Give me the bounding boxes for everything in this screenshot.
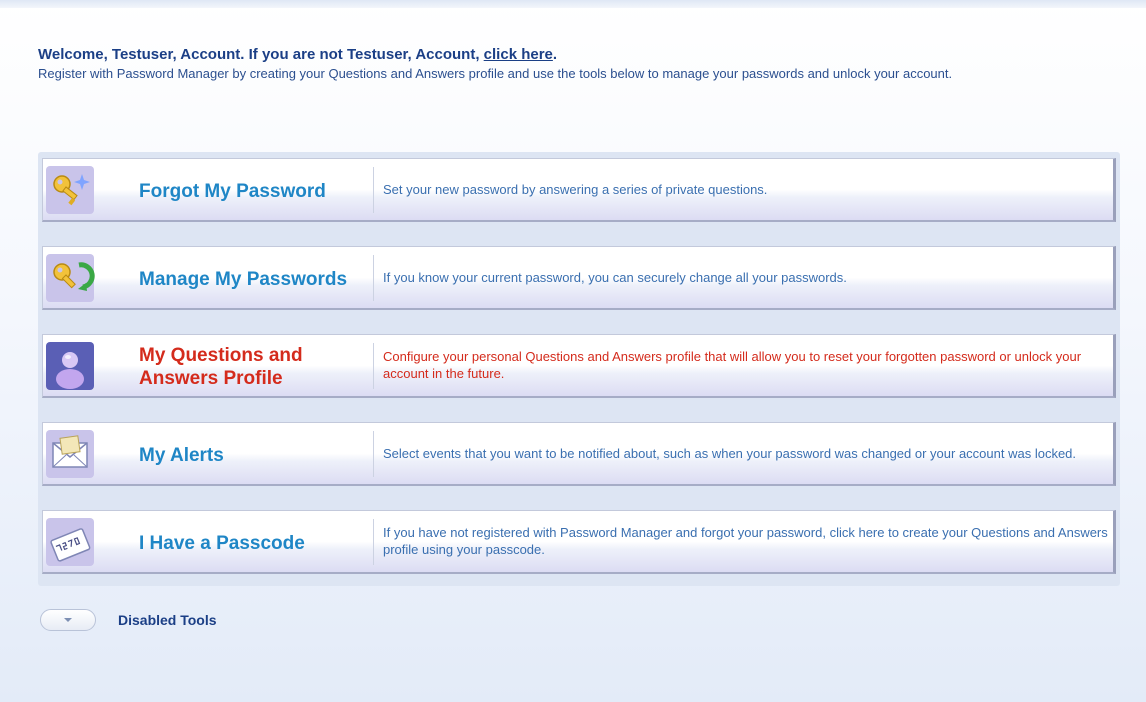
tool-description: If you know your current password, you c…	[383, 269, 847, 285]
disabled-tools-toggle[interactable]: Disabled Tools	[40, 609, 217, 631]
tool-name: I Have a Passcode	[139, 532, 305, 554]
divider	[373, 519, 374, 565]
tool-description: Set your new password by answering a ser…	[383, 181, 768, 197]
disabled-tools-label: Disabled Tools	[118, 612, 217, 628]
tool-name: My Questions and Answers Profile	[139, 345, 303, 389]
tool-name: Manage My Passwords	[139, 268, 348, 290]
tool-description: If you have not registered with Password…	[383, 525, 1108, 557]
divider	[373, 431, 374, 477]
tool-manage-passwords[interactable]: Manage My Passwords If you know your cur…	[42, 246, 1116, 310]
top-band	[0, 0, 1146, 8]
tool-description: Select events that you want to be notifi…	[383, 445, 1077, 461]
welcome-section: Welcome, Testuser, Account. If you are n…	[38, 46, 1118, 82]
tool-passcode[interactable]: I Have a Passcode If you have not regist…	[42, 510, 1116, 574]
expand-toggle-button[interactable]	[40, 609, 96, 631]
tool-name: My Alerts	[139, 444, 224, 466]
welcome-greeting: Welcome, Testuser, Account. If you are n…	[38, 46, 1118, 64]
tool-name: Forgot My Password	[139, 180, 326, 202]
tool-description: Configure your personal Questions and An…	[383, 349, 1082, 381]
greeting-text: Welcome, Testuser, Account. If you are n…	[38, 46, 484, 63]
tool-my-alerts[interactable]: My Alerts Select events that you want to…	[42, 422, 1116, 486]
greeting-suffix: .	[552, 46, 558, 63]
key-sparkle-icon	[45, 165, 95, 215]
click-here-link[interactable]: click here	[484, 46, 553, 63]
tool-forgot-password[interactable]: Forgot My Password Set your new password…	[42, 158, 1116, 222]
divider	[373, 255, 374, 301]
tool-questions-answers-profile[interactable]: My Questions and Answers Profile Configu…	[42, 334, 1116, 398]
tools-panel: Forgot My Password Set your new password…	[38, 152, 1120, 586]
envelope-icon	[45, 429, 95, 479]
divider	[373, 167, 374, 213]
passcode-card-icon	[45, 517, 95, 567]
key-refresh-icon	[45, 253, 95, 303]
chevron-down-icon	[64, 618, 72, 622]
user-profile-icon	[45, 341, 95, 391]
divider	[373, 343, 374, 389]
intro-text: Register with Password Manager by creati…	[38, 66, 953, 81]
